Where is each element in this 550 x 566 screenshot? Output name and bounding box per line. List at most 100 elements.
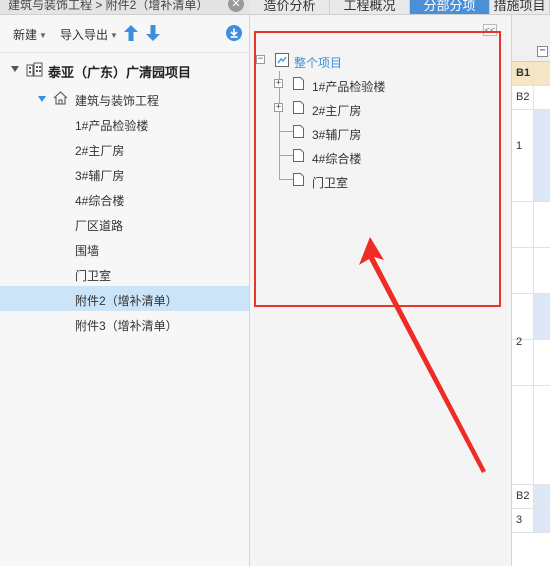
grid-cell[interactable] [534,386,550,484]
file-icon [293,125,304,138]
tab-project-overview[interactable]: 工程概况 [330,0,410,14]
grid-row[interactable] [512,340,550,386]
grid-row-number: B1 [512,62,534,85]
new-dropdown-button[interactable]: 新建 ▼ [13,26,47,43]
sub-project-node[interactable]: 建筑与装饰工程 [0,86,249,111]
grid-cell[interactable] [534,509,550,532]
division-node-label: 1#产品检验楼 [312,80,386,94]
grid-cell[interactable] [534,110,550,201]
tree-item-4[interactable]: 4#综合楼 [0,186,249,211]
grid-row-number [512,202,534,247]
division-node-3[interactable]: 3#辅厂房 [274,123,474,143]
tab-measures[interactable]: 措施项目 [490,0,550,14]
caret-down-icon: ▼ [39,31,47,40]
division-root-label: 整个项目 [294,56,343,70]
grid-cell[interactable] [534,248,550,293]
tree-item-5[interactable]: 厂区道路 [0,211,249,236]
grid-row[interactable] [512,202,550,248]
collapse-all-icon[interactable]: − [537,46,548,57]
grid-row[interactable]: 2 [512,294,550,348]
grid-row[interactable] [512,248,550,294]
tab-label: 造价分析 [263,0,316,13]
division-node-5[interactable]: 门卫室 [274,171,474,191]
grid-cell[interactable] [534,202,550,247]
project-toolbar: 新建 ▼ 导入导出 ▼ [0,15,250,53]
grid-cell[interactable] [534,62,550,85]
download-circle-icon[interactable] [226,25,242,41]
tree-item-label: 附件3（增补清单） [75,319,178,333]
tree-item-label: 围墙 [75,244,100,258]
arrow-up-icon[interactable] [124,25,138,41]
arrow-down-icon[interactable] [146,25,160,41]
collapse-node-icon[interactable]: − [256,55,265,64]
tree-item-label: 1#产品检验楼 [75,119,149,133]
tree-item-label: 3#辅厂房 [75,169,125,183]
grid-row[interactable]: 3 [512,509,550,533]
division-tree-panel: << − 整个项目 + 1#产品检验楼 + 2#主厂房 3#辅厂房 4#综合楼 … [250,15,512,566]
tree-item-2[interactable]: 2#主厂房 [0,136,249,161]
tree-item-label: 4#综合楼 [75,194,125,208]
expand-triangle-icon[interactable] [38,96,46,102]
division-root-node[interactable]: − 整个项目 [256,51,456,71]
grid-row-number [512,386,534,484]
division-node-4[interactable]: 4#综合楼 [274,147,474,167]
sub-project-label: 建筑与装饰工程 [75,94,160,108]
tree-item-3[interactable]: 3#辅厂房 [0,161,249,186]
grid-row-number: 2 [512,294,534,348]
grid-row[interactable]: B1 [512,62,550,86]
grid-row-number [512,340,534,385]
project-root-node[interactable]: 泰亚（广东）广清园项目 [0,56,249,81]
grid-row[interactable]: 1 [512,110,550,202]
expand-node-icon[interactable]: + [274,103,283,112]
new-label: 新建 [13,28,38,42]
breadcrumb: 建筑与装饰工程 > 附件2（增补清单） ✕ [0,0,250,15]
import-export-dropdown-button[interactable]: 导入导出 ▼ [60,26,118,43]
tree-item-6[interactable]: 围墙 [0,236,249,261]
tab-label: 措施项目 [493,0,546,13]
division-node-label: 4#综合楼 [312,152,362,166]
expand-node-icon[interactable]: + [274,79,283,88]
division-node-label: 2#主厂房 [312,104,362,118]
building-icon [26,62,43,77]
tab-label: 工程概况 [343,0,396,13]
tab-label: 分部分项 [423,0,476,13]
tree-item-8-selected[interactable]: 附件2（增补清单） [0,286,249,311]
file-icon [293,173,304,186]
tab-cost-analysis[interactable]: 造价分析 [250,0,330,14]
grid-cell[interactable] [534,485,550,508]
grid-row-number: B2 [512,86,534,109]
grid-cell[interactable] [534,340,550,385]
project-doc-icon [275,53,289,67]
caret-down-icon: ▼ [110,31,118,40]
grid-row[interactable]: B2 [512,485,550,509]
project-panel: 建筑与装饰工程 > 附件2（增补清单） ✕ 新建 ▼ 导入导出 ▼ 泰亚（广东）… [0,0,250,566]
division-node-label: 3#辅厂房 [312,128,362,142]
tab-division-items[interactable]: 分部分项 [410,0,490,14]
grid-row-number [512,248,534,293]
tree-item-label: 附件2（增补清单） [75,294,178,308]
grid-cell[interactable] [534,294,550,339]
tab-bar: 造价分析 工程概况 分部分项 措施项目 [250,0,550,15]
grid-row[interactable]: B2 [512,86,550,110]
division-node-label: 门卫室 [312,176,349,190]
file-icon [293,101,304,114]
grid-row[interactable] [512,386,550,485]
close-icon[interactable]: ✕ [228,0,244,12]
tree-item-label: 2#主厂房 [75,144,125,158]
annotation-highlight-box [254,31,501,307]
bill-grid: − B1 B2 1 2 B2 3 [512,15,550,566]
tree-item-label: 门卫室 [75,269,112,283]
tree-item-9[interactable]: 附件3（增补清单） [0,311,249,336]
tree-item-label: 厂区道路 [75,219,124,233]
grid-cell[interactable] [534,86,550,109]
file-icon [293,149,304,162]
home-icon [53,91,68,105]
grid-row-number: 1 [512,110,534,201]
import-export-label: 导入导出 [60,28,109,42]
tree-item-1[interactable]: 1#产品检验楼 [0,111,249,136]
division-node-2[interactable]: + 2#主厂房 [274,99,474,119]
division-node-1[interactable]: + 1#产品检验楼 [274,75,474,95]
tree-item-7[interactable]: 门卫室 [0,261,249,286]
expand-triangle-icon[interactable] [11,66,19,72]
breadcrumb-text: 建筑与装饰工程 > 附件2（增补清单） [8,0,209,12]
